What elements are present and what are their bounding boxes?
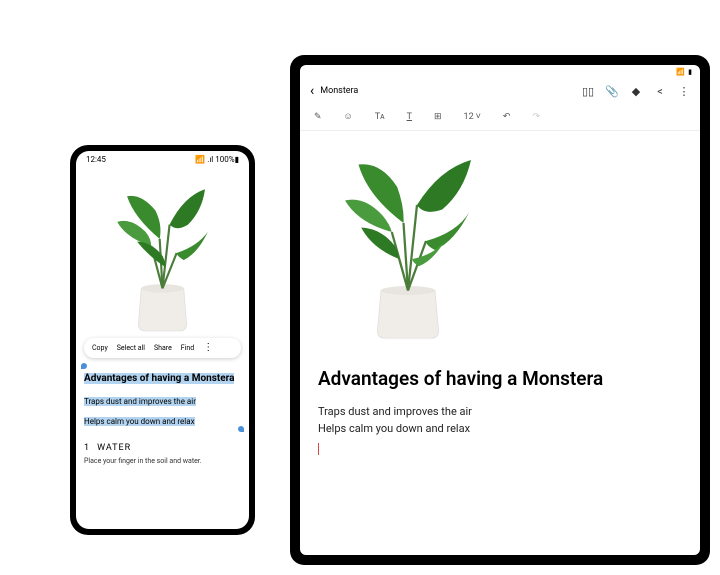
share-icon[interactable]: <	[654, 85, 666, 97]
phone-screen: 12:45 📶 .ıl 100%▮	[76, 151, 249, 529]
note-body[interactable]: Traps dust and improves the air Helps ca…	[318, 404, 682, 437]
wifi-icon: 📶	[676, 68, 685, 76]
table-tool-icon[interactable]: ⊞	[434, 112, 442, 122]
reader-mode-icon[interactable]: ▯▯	[582, 85, 594, 97]
select-all-button[interactable]: Select all	[117, 344, 145, 352]
tablet-screen: 📶 ▮ ‹ Monstera ▯▯ 📎 ◆ < ⋮ ✎ ☺ Tᴀ T ⊞ 12 …	[300, 65, 700, 555]
selected-line-1[interactable]: Traps dust and improves the air	[84, 397, 196, 406]
note-title[interactable]: Advantages of having a Monstera	[318, 367, 682, 390]
tablet-header: ‹ Monstera ▯▯ 📎 ◆ < ⋮	[300, 79, 700, 107]
section-header: 1 WATER	[84, 443, 241, 453]
tablet-status-bar: 📶 ▮	[300, 65, 700, 79]
context-menu: Copy Select all Share Find ⋮	[84, 338, 241, 358]
phone-time: 12:45	[86, 155, 106, 164]
signal-icon: 📶	[195, 155, 205, 164]
tablet-plant-image[interactable]	[318, 131, 682, 351]
phone-plant-image	[76, 168, 249, 338]
selected-title[interactable]: Advantages of having a Monstera	[84, 373, 234, 384]
share-button[interactable]: Share	[154, 344, 172, 352]
selection-handle-end[interactable]	[238, 426, 244, 432]
section-number: 1	[84, 443, 89, 453]
section-title: WATER	[97, 443, 131, 453]
back-button[interactable]: ‹	[310, 83, 314, 99]
note-line-1[interactable]: Traps dust and improves the air	[318, 405, 472, 418]
text-format-icon[interactable]: T	[407, 112, 412, 122]
tag-icon[interactable]: ◆	[630, 85, 642, 97]
note-line-2[interactable]: Helps calm you down and relax	[318, 422, 470, 435]
text-style-icon[interactable]: Tᴀ	[375, 111, 385, 122]
section-body: Place your finger in the soil and water.	[84, 457, 241, 465]
selected-line-2[interactable]: Helps calm you down and relax	[84, 417, 195, 426]
emoji-tool-icon[interactable]: ☺	[344, 111, 353, 122]
document-title: Monstera	[320, 86, 576, 96]
header-actions: ▯▯ 📎 ◆ < ⋮	[582, 85, 690, 97]
font-size-selector[interactable]: 12 ˅	[464, 111, 481, 122]
phone-status-bar: 12:45 📶 .ıl 100%▮	[76, 151, 249, 168]
pen-tool-icon[interactable]: ✎	[314, 112, 322, 122]
battery-label: .ıl 100%▮	[207, 155, 239, 164]
copy-button[interactable]: Copy	[92, 344, 108, 352]
selection-handle-start[interactable]	[81, 363, 87, 369]
more-icon[interactable]: ⋮	[678, 85, 690, 97]
tablet-editor-body[interactable]: Advantages of having a Monstera Traps du…	[300, 131, 700, 555]
phone-content: Copy Select all Share Find ⋮ Advantages …	[76, 338, 249, 465]
undo-icon[interactable]: ↶	[503, 112, 511, 122]
battery-icon: ▮	[688, 68, 692, 76]
attachment-icon[interactable]: 📎	[606, 85, 618, 97]
phone-status-right: 📶 .ıl 100%▮	[195, 155, 239, 164]
phone-device: 12:45 📶 .ıl 100%▮	[70, 145, 255, 535]
selected-text-block[interactable]: Advantages of having a Monstera Traps du…	[84, 366, 241, 429]
tablet-device: 📶 ▮ ‹ Monstera ▯▯ 📎 ◆ < ⋮ ✎ ☺ Tᴀ T ⊞ 12 …	[290, 55, 710, 565]
redo-icon[interactable]: ↷	[532, 112, 540, 122]
find-button[interactable]: Find	[181, 344, 194, 352]
text-cursor	[318, 443, 319, 455]
editor-toolbar: ✎ ☺ Tᴀ T ⊞ 12 ˅ ↶ ↷	[300, 107, 700, 131]
more-options-icon[interactable]: ⋮	[203, 343, 213, 353]
